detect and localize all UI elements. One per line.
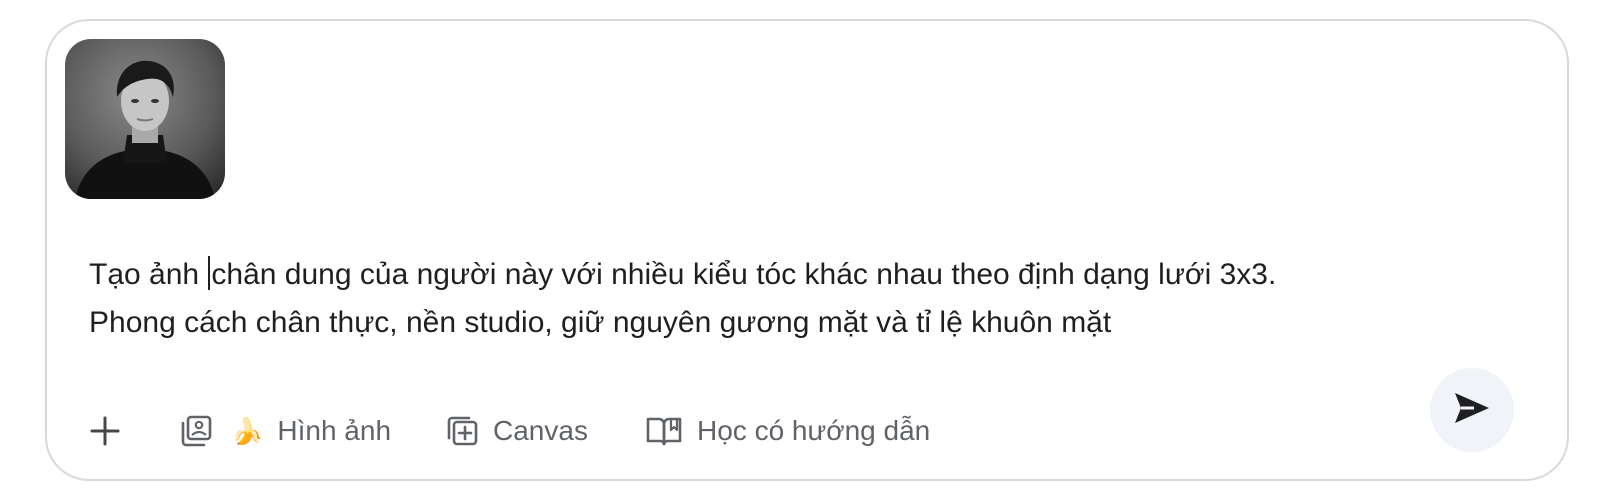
image-tool-label: Hình ảnh: [277, 415, 392, 446]
canvas-tool-label: Canvas: [493, 415, 588, 446]
guided-learning-label: Học có hướng dẫn: [697, 415, 931, 446]
banana-emoji: 🍌: [231, 415, 264, 446]
send-icon: [1452, 390, 1492, 431]
attached-image-thumbnail[interactable]: [65, 39, 225, 199]
send-button[interactable]: [1430, 368, 1514, 452]
add-button[interactable]: [85, 401, 125, 461]
prompt-textarea[interactable]: Tạo ảnh chân dung của người này với nhiề…: [89, 251, 1489, 347]
image-tool-button[interactable]: 🍌 Hình ảnh: [179, 401, 391, 461]
canvas-tool-button[interactable]: Canvas: [445, 401, 588, 461]
prompt-composer: Tạo ảnh chân dung của người này với nhiề…: [45, 19, 1569, 481]
composer-toolbar: 🍌 Hình ảnh Canvas Học có hướng dẫn: [47, 401, 1567, 461]
image-stack-icon: [179, 414, 213, 448]
canvas-add-icon: [445, 414, 479, 448]
open-book-icon: [645, 414, 683, 448]
plus-icon: [89, 415, 121, 447]
guided-learning-button[interactable]: Học có hướng dẫn: [645, 401, 930, 461]
portrait-image: [65, 39, 225, 199]
prompt-text-after-caret: chân dung của người này với nhiều kiểu t…: [89, 258, 1277, 339]
prompt-text-before-caret: Tạo ảnh: [89, 258, 208, 291]
